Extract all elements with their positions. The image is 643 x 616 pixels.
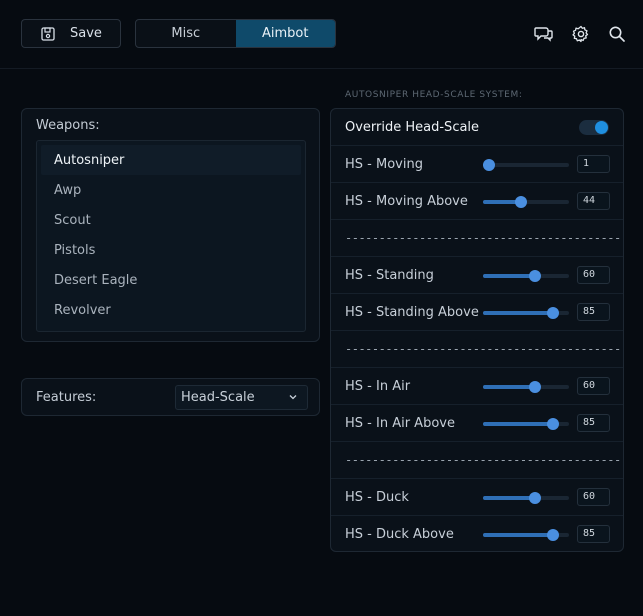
value-field[interactable]: 60 [577, 377, 610, 395]
slider-label: HS - Standing Above [345, 304, 479, 320]
weapon-item-revolver[interactable]: Revolver [41, 295, 301, 325]
weapon-item-scout[interactable]: Scout [41, 205, 301, 235]
value-field[interactable]: 85 [577, 525, 610, 543]
features-panel: Features: Head-Scale [21, 378, 320, 416]
slider-row: HS - In Air Above 85 [331, 405, 623, 442]
separator-row: ----------------------------------------… [331, 331, 623, 368]
slider-label: HS - In Air Above [345, 415, 455, 431]
search-icon[interactable] [607, 24, 627, 44]
weapon-item-awp[interactable]: Awp [41, 175, 301, 205]
save-label: Save [70, 26, 102, 41]
slider-row: HS - Standing 60 [331, 257, 623, 294]
slider-knob[interactable] [514, 196, 527, 208]
slider-knob[interactable] [528, 270, 541, 282]
override-toggle[interactable] [579, 120, 609, 135]
separator-row: ----------------------------------------… [331, 442, 623, 479]
slider-label: HS - Moving Above [345, 193, 468, 209]
slider-track[interactable] [483, 196, 569, 208]
weapon-item-pistols[interactable]: Pistols [41, 235, 301, 265]
slider-track[interactable] [483, 492, 569, 504]
chevron-down-icon [289, 395, 297, 400]
slider-row: HS - Standing Above 85 [331, 294, 623, 331]
slider-label: HS - Standing [345, 267, 434, 283]
slider-row: HS - Duck Above 85 [331, 516, 623, 553]
slider-fill [483, 496, 535, 500]
save-icon [41, 26, 55, 41]
features-label: Features: [36, 390, 97, 405]
top-bar: Save Misc Aimbot [0, 0, 643, 69]
features-select-value: Head-Scale [181, 390, 255, 405]
value-field[interactable]: 60 [577, 488, 610, 506]
separator-row: ----------------------------------------… [331, 220, 623, 257]
slider-row: HS - Duck 60 [331, 479, 623, 516]
slider-label: HS - Duck Above [345, 527, 454, 542]
weapon-list: Autosniper Awp Scout Pistols Desert Eagl… [36, 140, 306, 332]
gear-icon[interactable] [571, 24, 591, 44]
slider-row: HS - Moving Above 44 [331, 183, 623, 220]
value-field[interactable]: 85 [577, 303, 610, 321]
slider-fill [483, 533, 553, 537]
slider-track[interactable] [483, 418, 569, 430]
slider-knob[interactable] [528, 492, 541, 504]
override-label: Override Head-Scale [345, 119, 480, 135]
slider-track[interactable] [483, 307, 569, 319]
section-title: AUTOSNIPER HEAD-SCALE SYSTEM: [345, 90, 523, 100]
slider-fill [483, 385, 535, 389]
slider-knob[interactable] [528, 381, 541, 393]
slider-track[interactable] [483, 529, 569, 541]
separator-text: ----------------------------------------… [345, 453, 621, 467]
save-button[interactable]: Save [21, 19, 121, 48]
slider-knob[interactable] [546, 418, 559, 430]
slider-label: HS - Duck [345, 489, 409, 505]
override-row: Override Head-Scale [331, 109, 623, 146]
weapon-item-desert-eagle[interactable]: Desert Eagle [41, 265, 301, 295]
slider-fill [483, 422, 553, 426]
slider-label: HS - Moving [345, 156, 423, 172]
headscale-panel: Override Head-Scale HS - Moving 1 HS - M… [330, 108, 624, 552]
weapons-panel: Weapons: Autosniper Awp Scout Pistols De… [21, 108, 320, 342]
slider-label: HS - In Air [345, 378, 411, 394]
slider-knob[interactable] [483, 159, 496, 171]
slider-track[interactable] [483, 159, 569, 171]
slider-knob[interactable] [546, 307, 559, 319]
slider-row: HS - In Air 60 [331, 368, 623, 405]
slider-track[interactable] [483, 381, 569, 393]
slider-track[interactable] [483, 270, 569, 282]
value-field[interactable]: 44 [577, 192, 610, 210]
slider-knob[interactable] [546, 529, 559, 541]
separator-text: ----------------------------------------… [345, 231, 621, 245]
toggle-knob [595, 121, 608, 134]
features-select[interactable]: Head-Scale [175, 385, 308, 410]
value-field[interactable]: 85 [577, 414, 610, 432]
chat-icon[interactable] [534, 24, 554, 44]
tab-bar: Misc Aimbot [135, 19, 336, 48]
weapon-item-autosniper[interactable]: Autosniper [41, 145, 301, 175]
slider-row: HS - Moving 1 [331, 146, 623, 183]
slider-fill [483, 311, 553, 315]
tab-misc[interactable]: Misc [136, 20, 236, 47]
weapons-label: Weapons: [36, 118, 100, 133]
value-field[interactable]: 1 [577, 155, 610, 173]
value-field[interactable]: 60 [577, 266, 610, 284]
slider-fill [483, 274, 535, 278]
separator-text: ----------------------------------------… [345, 342, 621, 356]
tab-aimbot[interactable]: Aimbot [235, 20, 335, 47]
